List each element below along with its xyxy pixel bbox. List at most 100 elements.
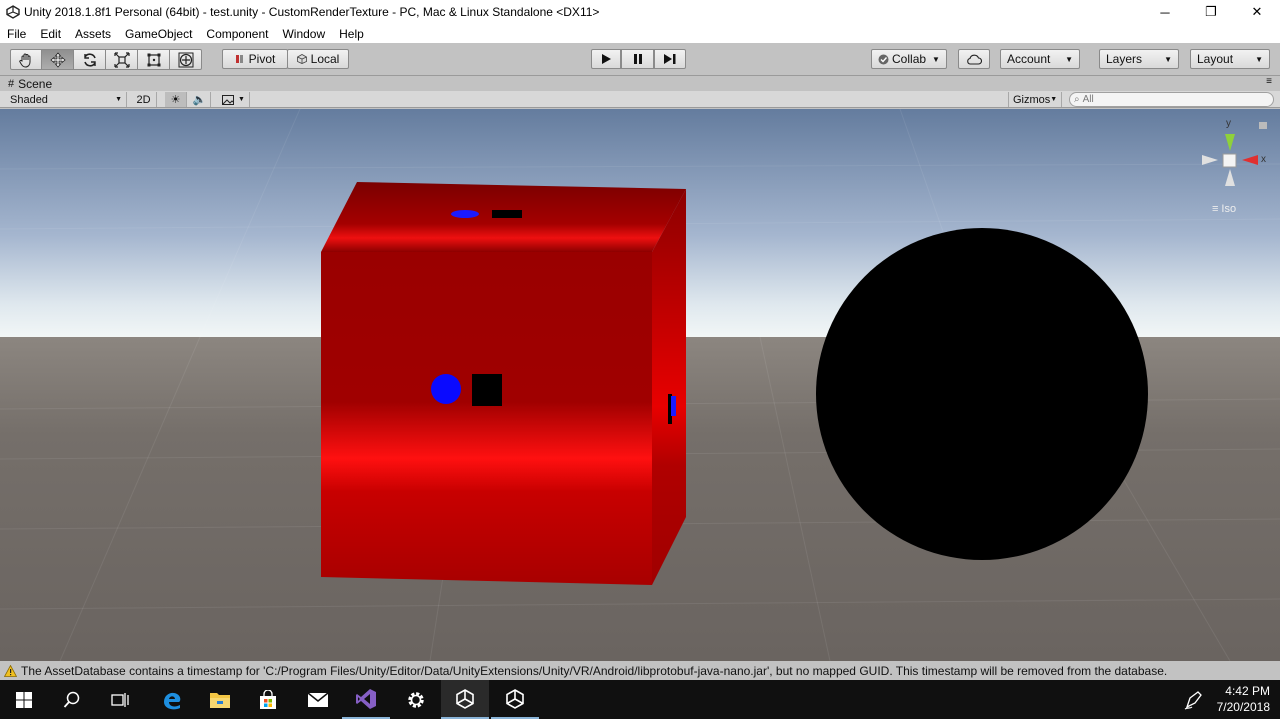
rotate-icon — [83, 52, 96, 67]
menu-lines-icon: ≡ — [1212, 203, 1219, 215]
layers-label: Layers — [1106, 52, 1143, 66]
pivot-toggle-button[interactable]: Pivot — [222, 49, 288, 69]
menu-bar: File Edit Assets GameObject Component Wi… — [0, 24, 1280, 43]
search-placeholder: All — [1082, 94, 1094, 105]
scale-tool-button[interactable] — [106, 49, 138, 70]
local-label: Local — [310, 52, 340, 66]
check-icon — [878, 54, 889, 64]
taskbar-file-explorer[interactable] — [196, 680, 244, 719]
settings-gear-icon — [408, 691, 424, 708]
pen-icon — [1184, 691, 1202, 710]
chevron-down-icon: ▼ — [115, 96, 122, 103]
gizmos-dropdown[interactable]: Gizmos ▼ — [1008, 92, 1062, 107]
menu-help[interactable]: Help — [332, 27, 371, 41]
menu-edit[interactable]: Edit — [33, 27, 68, 41]
play-button[interactable] — [591, 49, 621, 69]
task-view-button[interactable] — [96, 680, 144, 719]
draw-mode-dropdown[interactable]: Shaded ▼ — [6, 92, 127, 107]
menu-window[interactable]: Window — [275, 27, 332, 41]
transform-tools — [10, 49, 202, 70]
menu-assets[interactable]: Assets — [68, 27, 118, 41]
local-toggle-button[interactable]: Local — [287, 49, 349, 69]
gizmos-label: Gizmos — [1013, 93, 1051, 106]
hand-tool-button[interactable] — [10, 49, 42, 70]
visual-studio-icon — [356, 688, 376, 709]
step-button[interactable] — [654, 49, 686, 69]
menu-component[interactable]: Component — [199, 27, 275, 41]
taskbar-settings[interactable] — [392, 680, 440, 719]
scene-search-input[interactable]: ⌕ All — [1069, 92, 1274, 107]
taskbar-unity-2[interactable] — [491, 680, 539, 719]
clock-date: 7/20/2018 — [1216, 700, 1270, 714]
scene-grid-icon: # — [8, 77, 15, 90]
2d-label: 2D — [136, 93, 151, 106]
collab-label: Collab — [892, 52, 927, 66]
chevron-down-icon: ▼ — [1164, 54, 1172, 64]
scene-viewport[interactable]: y x ≡ Iso — [0, 109, 1280, 661]
taskbar-edge[interactable] — [148, 680, 196, 719]
menu-file[interactable]: File — [0, 27, 33, 41]
tab-scene[interactable]: # Scene — [8, 76, 52, 91]
cloud-icon — [967, 54, 982, 65]
cloud-button[interactable] — [958, 49, 990, 69]
chevron-down-icon: ▼ — [932, 54, 940, 64]
gizmo-y-label: y — [1226, 118, 1231, 129]
pivot-label: Pivot — [248, 52, 276, 66]
windows-taskbar: 4:42 PM 7/20/2018 — [0, 680, 1280, 719]
play-icon — [602, 54, 611, 64]
black-sphere — [816, 228, 1148, 560]
taskbar-mail[interactable] — [294, 680, 342, 719]
pause-button[interactable] — [621, 49, 654, 69]
collab-dropdown[interactable]: Collab ▼ — [871, 49, 947, 69]
lighting-toggle-button[interactable]: ☀ — [165, 92, 187, 107]
gizmo-x-label: x — [1261, 154, 1266, 165]
audio-toggle-button[interactable]: 🔈 — [189, 92, 211, 107]
unity-icon — [456, 688, 474, 709]
move-arrows-icon — [49, 51, 66, 68]
maximize-button[interactable]: ❐ — [1188, 0, 1234, 24]
status-bar[interactable]: The AssetDatabase contains a timestamp f… — [0, 661, 1280, 680]
scene-render — [0, 109, 1280, 661]
taskbar-visual-studio[interactable] — [342, 680, 390, 719]
pen-workspace-button[interactable] — [1184, 690, 1204, 713]
draw-mode-label: Shaded — [10, 93, 48, 106]
chevron-down-icon: ▼ — [238, 96, 245, 103]
store-bag-icon — [260, 689, 276, 709]
system-clock[interactable]: 4:42 PM 7/20/2018 — [1217, 683, 1270, 715]
rect-tool-button[interactable] — [138, 49, 170, 70]
search-icon — [63, 691, 80, 708]
local-cube-icon — [296, 54, 307, 64]
2d-toggle-button[interactable]: 2D — [131, 92, 157, 107]
panel-menu-icon[interactable]: ≡ — [1266, 76, 1272, 87]
transform-tool-button[interactable] — [170, 49, 202, 70]
windows-logo-icon — [16, 691, 32, 708]
move-tool-button[interactable] — [42, 49, 74, 70]
menu-gameobject[interactable]: GameObject — [118, 27, 199, 41]
pivot-icon — [235, 55, 243, 63]
scene-tab-bar: # Scene ≡ — [0, 76, 1280, 91]
chevron-down-icon: ▼ — [1255, 54, 1263, 64]
speaker-icon: 🔈 — [192, 94, 207, 106]
account-dropdown[interactable]: Account ▼ — [1000, 49, 1080, 69]
title-bar: Unity 2018.1.8f1 Personal (64bit) - test… — [0, 0, 1280, 24]
layout-dropdown[interactable]: Layout ▼ — [1190, 49, 1270, 69]
warning-icon — [4, 664, 17, 677]
close-button[interactable]: ✕ — [1234, 0, 1280, 24]
status-message: The AssetDatabase contains a timestamp f… — [21, 663, 1168, 678]
task-view-icon — [111, 692, 129, 707]
taskbar-search-button[interactable] — [48, 680, 96, 719]
minimize-button[interactable]: ─ — [1142, 0, 1188, 24]
projection-toggle[interactable]: ≡ Iso — [1212, 203, 1236, 215]
start-button[interactable] — [0, 680, 48, 719]
mail-icon — [307, 691, 329, 707]
unity-logo-icon — [6, 5, 20, 19]
rotate-tool-button[interactable] — [74, 49, 106, 70]
layout-label: Layout — [1197, 52, 1234, 66]
scene-toolbar: Shaded ▼ 2D ☀ 🔈 ▼ Gizmos ▼ ⌕ All — [0, 91, 1280, 108]
cube-side-face — [652, 189, 686, 585]
scale-icon — [113, 51, 130, 68]
layers-dropdown[interactable]: Layers ▼ — [1099, 49, 1179, 69]
effects-dropdown[interactable]: ▼ — [218, 92, 250, 107]
taskbar-store[interactable] — [244, 680, 292, 719]
taskbar-unity-1[interactable] — [441, 680, 489, 719]
